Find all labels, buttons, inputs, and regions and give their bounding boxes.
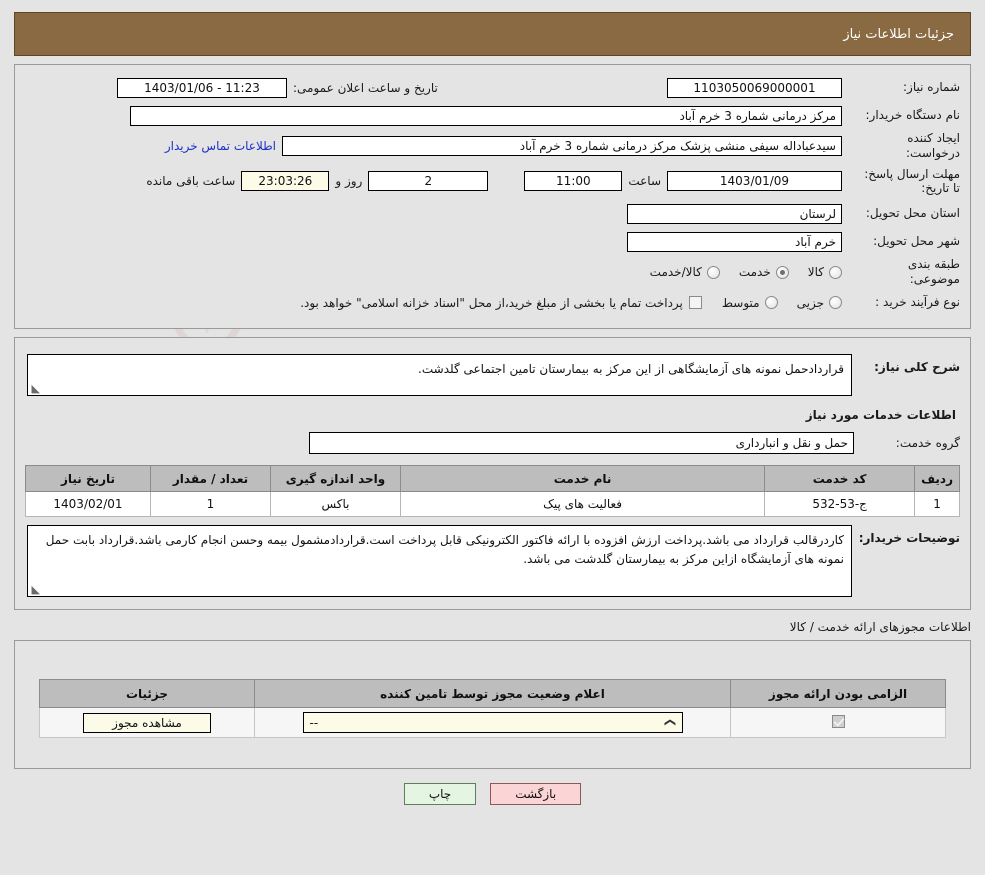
chevron-down-icon: ❯	[664, 717, 678, 728]
view-permit-button[interactable]: مشاهده مجوز	[83, 712, 211, 733]
permit-required-checkbox	[831, 714, 845, 728]
row-process-type: نوع فرآیند خرید : جزیی متوسط پرداخت تمام…	[25, 290, 960, 315]
col-date: تاریخ نیاز	[25, 465, 151, 492]
need-info-panel: شماره نیاز: 1103050069000001 تاریخ و ساع…	[14, 64, 971, 329]
cell-code: ج-53-532	[764, 491, 916, 517]
cell-unit: باکس	[270, 491, 401, 517]
row-province: استان محل تحویل: لرستان	[25, 201, 960, 226]
table-row: ❯ -- مشاهده مجوز	[39, 707, 946, 738]
row-service-group: گروه خدمت: حمل و نقل و انبارداری	[25, 430, 960, 455]
footer-actions: بازگشت چاپ	[0, 783, 985, 805]
cell-qty: 1	[150, 491, 271, 517]
print-button[interactable]: چاپ	[403, 783, 477, 805]
buyer-contact-link[interactable]: اطلاعات تماس خریدار	[165, 139, 276, 153]
col-code: کد خدمت	[764, 465, 916, 492]
resize-grip-icon: ◣	[31, 583, 40, 596]
description-label: شرح کلی نیاز:	[874, 360, 960, 374]
cell-permit-required	[730, 707, 946, 738]
radio-category-1-label: خدمت	[738, 265, 771, 279]
cell-name: فعالیت های پیک	[399, 491, 766, 517]
category-radio-group: کالا خدمت کالا/خدمت	[636, 265, 842, 279]
radio-category-0-label: کالا	[807, 265, 824, 279]
permits-panel: الزامی بودن ارائه مجوز اعلام وضعیت مجوز …	[14, 640, 971, 769]
need-number-label: شماره نیاز:	[903, 80, 960, 94]
permit-status-value: --	[309, 715, 319, 730]
buyer-notes-text: کاردرقالب قرارداد می باشد.پرداخت ارزش اف…	[45, 533, 844, 566]
province-label: استان محل تحویل:	[865, 206, 960, 220]
city-label: شهر محل تحویل:	[873, 234, 960, 248]
col-row: ردیف	[914, 465, 960, 492]
service-group-label: گروه خدمت:	[895, 435, 960, 450]
col-permit-details: جزئیات	[39, 679, 255, 708]
radio-category-2-label: کالا/خدمت	[649, 265, 702, 279]
process-radio-group: جزیی متوسط	[708, 296, 842, 310]
radio-process-0[interactable]	[829, 296, 842, 309]
row-description: شرح کلی نیاز: قراردادحمل نمونه های آزمای…	[25, 354, 960, 396]
col-permit-required: الزامی بودن ارائه مجوز	[730, 679, 946, 708]
deadline-time-value: 11:00	[524, 171, 623, 191]
col-name: نام خدمت	[399, 465, 766, 492]
countdown-timer: 23:03:26	[241, 171, 330, 191]
buyer-notes-textarea[interactable]: کاردرقالب قرارداد می باشد.پرداخت ارزش اف…	[27, 525, 852, 597]
services-table-header-row: ردیف کد خدمت نام خدمت واحد اندازه گیری ت…	[25, 465, 960, 492]
row-buyer-notes: توضیحات خریدار: کاردرقالب قرارداد می باش…	[25, 525, 960, 597]
page-root: AriaTender.net جزئیات اطلاعات نیاز شماره…	[0, 12, 985, 875]
buyer-org-label: نام دستگاه خریدار:	[865, 108, 961, 122]
creator-label: ایجاد کننده درخواست:	[906, 131, 960, 160]
services-section-title: اطلاعات خدمات مورد نیاز	[805, 408, 956, 422]
deadline-date-value: 1403/01/09	[667, 171, 842, 191]
row-category: طبقه بندی موضوعی: کالا خدمت کالا/خدمت	[25, 257, 960, 287]
cell-row: 1	[914, 491, 960, 517]
permit-status-select[interactable]: ❯ --	[302, 712, 683, 733]
resize-grip-icon: ◣	[31, 382, 40, 395]
page-header: جزئیات اطلاعات نیاز	[14, 12, 971, 56]
deadline-label: مهلت ارسال پاسخ: تا تاریخ:	[864, 166, 960, 195]
back-button[interactable]: بازگشت	[490, 783, 582, 805]
remaining-days-value: 2	[368, 171, 489, 191]
announce-value: 11:23 - 1403/01/06	[117, 77, 287, 98]
city-value: خرم آباد	[627, 231, 842, 252]
radio-category-0[interactable]	[829, 265, 842, 279]
description-text: قراردادحمل نمونه های آزمایشگاهی از این م…	[418, 362, 844, 376]
row-creator: ایجاد کننده درخواست: سیدعباداله سیفی منش…	[25, 131, 960, 161]
remaining-hours-label: ساعت باقی مانده	[146, 174, 236, 188]
page-title: جزئیات اطلاعات نیاز	[843, 26, 954, 42]
description-textarea[interactable]: قراردادحمل نمونه های آزمایشگاهی از این م…	[27, 354, 852, 396]
radio-category-2[interactable]	[706, 265, 720, 279]
row-deadline: مهلت ارسال پاسخ: تا تاریخ: 1403/01/09 سا…	[25, 164, 960, 198]
services-table: ردیف کد خدمت نام خدمت واحد اندازه گیری ت…	[25, 465, 960, 517]
col-permit-status: اعلام وضعیت مجوز توسط تامین کننده	[254, 679, 731, 708]
col-qty: تعداد / مقدار	[150, 465, 271, 492]
radio-process-0-label: جزیی	[796, 295, 824, 310]
row-need-number: شماره نیاز: 1103050069000001 تاریخ و ساع…	[25, 75, 960, 100]
table-row: 1 ج-53-532 فعالیت های پیک باکس 1 1403/02…	[25, 491, 960, 517]
province-value: لرستان	[627, 203, 842, 224]
days-label: روز و	[335, 174, 363, 188]
cell-date: 1403/02/01	[25, 491, 151, 517]
cell-permit-status: ❯ --	[254, 707, 731, 738]
permits-table-header-row: الزامی بودن ارائه مجوز اعلام وضعیت مجوز …	[39, 679, 946, 708]
category-label: طبقه بندی موضوعی:	[907, 257, 960, 286]
row-city: شهر محل تحویل: خرم آباد	[25, 229, 960, 254]
permits-section-label: اطلاعات مجوزهای ارائه خدمت / کالا	[789, 620, 971, 634]
radio-process-1[interactable]	[764, 296, 778, 309]
buyer-org-value: مرکز درمانی شماره 3 خرم آباد	[130, 105, 842, 126]
treasury-bonds-label: پرداخت تمام یا بخشی از مبلغ خرید،از محل …	[300, 295, 683, 310]
radio-category-1[interactable]	[775, 265, 789, 279]
permits-table: الزامی بودن ارائه مجوز اعلام وضعیت مجوز …	[39, 679, 946, 738]
service-group-value: حمل و نقل و انبارداری	[309, 431, 854, 454]
announce-label: تاریخ و ساعت اعلان عمومی:	[293, 80, 438, 95]
creator-value: سیدعباداله سیفی منشی پزشک مرکز درمانی شم…	[282, 136, 842, 156]
process-label: نوع فرآیند خرید :	[875, 295, 960, 309]
treasury-bonds-checkbox[interactable]	[688, 296, 702, 309]
radio-process-1-label: متوسط	[721, 295, 760, 310]
hour-label: ساعت	[628, 174, 661, 188]
buyer-notes-label: توضیحات خریدار:	[858, 531, 960, 545]
cell-permit-details: مشاهده مجوز	[39, 707, 255, 738]
row-buyer-org: نام دستگاه خریدار: مرکز درمانی شماره 3 خ…	[25, 103, 960, 128]
description-services-panel: شرح کلی نیاز: قراردادحمل نمونه های آزمای…	[14, 337, 971, 610]
need-number-value: 1103050069000001	[667, 77, 842, 98]
col-unit: واحد اندازه گیری	[270, 465, 401, 492]
